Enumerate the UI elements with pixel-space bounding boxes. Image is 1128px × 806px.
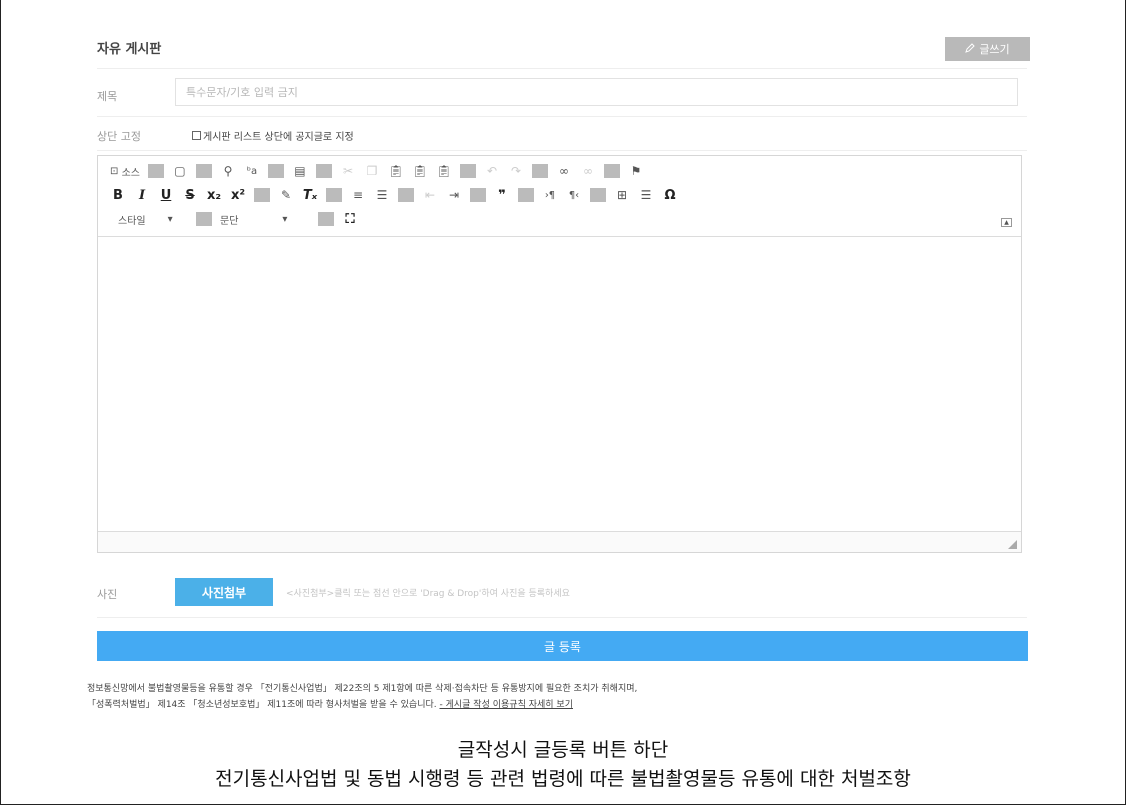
toolbar-separator bbox=[315, 164, 332, 178]
pin-row: 상단 고정 게시판 리스트 상단에 공지글로 지정 bbox=[97, 118, 1027, 151]
board-header: 자유 게시판 글쓰기 bbox=[97, 30, 1030, 69]
bold-icon[interactable]: B bbox=[110, 188, 126, 203]
paragraph-select-label: 문단 bbox=[220, 215, 239, 227]
toolbar-separator bbox=[470, 188, 486, 202]
link-icon[interactable]: ∞ bbox=[556, 164, 572, 178]
toolbar-separator bbox=[518, 188, 534, 202]
toolbar-row-3: 스타일 ▾ 문단 ▾ ⛶ bbox=[110, 210, 366, 228]
strikethrough-icon[interactable]: S bbox=[182, 188, 198, 203]
caption-line-2: 전기통신사업법 및 동법 시행령 등 관련 법령에 따른 불법촬영물등 유통에 … bbox=[215, 768, 911, 790]
write-button-label: 글쓰기 bbox=[979, 44, 1010, 56]
page-break-icon[interactable]: ▤ bbox=[292, 164, 308, 178]
pin-label: 상단 고정 bbox=[97, 130, 141, 143]
table-icon[interactable]: ⊞ bbox=[614, 188, 630, 202]
title-row: 제목 bbox=[97, 72, 1027, 117]
preview-icon[interactable]: ▢ bbox=[172, 164, 188, 178]
title-input[interactable] bbox=[175, 78, 1018, 106]
pin-notice-checkbox[interactable]: 게시판 리스트 상단에 공지글로 지정 bbox=[192, 128, 354, 143]
toolbar-separator bbox=[603, 164, 620, 178]
toolbar-separator bbox=[590, 188, 606, 202]
horizontal-rule-icon[interactable]: ☰ bbox=[638, 188, 654, 202]
toolbar-row-2: B I U S x₂ x² ✎ Tₓ ≡ ☰ ⇤ ⇥ ❞ ›¶ ¶‹ ⊞ ☰ Ω bbox=[110, 186, 686, 204]
toolbar-separator bbox=[254, 188, 270, 202]
legal-notice-text: 「성폭력처벌법」 제14조 「청소년성보호법」 제11조에 따라 형사처벌을 받… bbox=[87, 700, 437, 710]
toolbar-separator bbox=[195, 164, 212, 178]
ltr-icon[interactable]: ›¶ bbox=[542, 190, 558, 201]
copy-format-icon[interactable]: ✎ bbox=[278, 188, 294, 202]
submit-post-button[interactable]: 글 등록 bbox=[97, 631, 1028, 661]
toolbar-separator bbox=[459, 164, 476, 178]
paste-text-icon[interactable]: 📋︎ bbox=[412, 164, 428, 178]
numbered-list-icon[interactable]: ≡ bbox=[350, 188, 366, 202]
blockquote-icon[interactable]: ❞ bbox=[494, 188, 510, 203]
editor-content-area[interactable] bbox=[98, 236, 1021, 533]
toolbar-separator bbox=[531, 164, 548, 178]
toolbar-separator bbox=[267, 164, 284, 178]
board-title: 자유 게시판 bbox=[97, 42, 162, 57]
toolbar-separator bbox=[318, 212, 334, 226]
find-icon[interactable]: ⚲ bbox=[220, 164, 236, 178]
subscript-icon[interactable]: x₂ bbox=[206, 188, 222, 203]
editor-footer bbox=[98, 531, 1021, 552]
paste-word-icon[interactable]: 📋︎ bbox=[436, 164, 452, 178]
write-button[interactable]: 글쓰기 bbox=[945, 37, 1030, 61]
photo-row: 사진 사진첨부 <사진첨부>클릭 또는 점선 안으로 'Drag & Drop'… bbox=[97, 565, 1027, 618]
checkbox-box[interactable] bbox=[192, 131, 201, 140]
source-icon[interactable]: ⊡ 소스 bbox=[110, 164, 140, 179]
legal-notice-line-1: 정보통신망에서 불법촬영물등을 유통할 경우 「전기통신사업법」 제22조의 5… bbox=[87, 684, 638, 694]
pencil-icon bbox=[965, 42, 976, 56]
redo-icon[interactable]: ↷ bbox=[508, 164, 524, 178]
superscript-icon[interactable]: x² bbox=[230, 188, 246, 203]
bulleted-list-icon[interactable]: ☰ bbox=[374, 188, 390, 202]
photo-attach-button[interactable]: 사진첨부 bbox=[175, 578, 273, 606]
indent-icon[interactable]: ⇥ bbox=[446, 188, 462, 202]
toolbar-separator bbox=[398, 188, 414, 202]
photo-drop-hint: <사진첨부>클릭 또는 점선 안으로 'Drag & Drop'하여 사진을 등… bbox=[286, 589, 570, 599]
unlink-icon[interactable]: ∞ bbox=[580, 164, 596, 178]
chevron-down-icon: ▾ bbox=[282, 213, 288, 225]
pin-checkbox-label: 게시판 리스트 상단에 공지글로 지정 bbox=[203, 132, 354, 143]
cut-icon[interactable]: ✂ bbox=[340, 164, 356, 178]
toolbar-row-1: ⊡ 소스 ▢ ⚲ ᵇa ▤ ✂ ❐ 📋︎ 📋︎ 📋︎ ↶ ↷ ∞ ∞ ⚑ bbox=[110, 162, 652, 180]
italic-icon[interactable]: I bbox=[134, 188, 150, 203]
editor-toolbar: ⊡ 소스 ▢ ⚲ ᵇa ▤ ✂ ❐ 📋︎ 📋︎ 📋︎ ↶ ↷ ∞ ∞ ⚑ B I bbox=[98, 156, 1021, 237]
legal-notice-line-2: 「성폭력처벌법」 제14조 「청소년성보호법」 제11조에 따라 형사처벌을 받… bbox=[87, 697, 637, 713]
collapse-toolbar-icon[interactable]: ▲ bbox=[1001, 218, 1012, 227]
style-select[interactable]: 스타일 ▾ bbox=[118, 212, 188, 227]
special-char-icon[interactable]: Ω bbox=[662, 188, 678, 203]
caption-line-1: 글작성시 글등록 버튼 하단 bbox=[457, 739, 669, 761]
anchor-flag-icon[interactable]: ⚑ bbox=[628, 164, 644, 178]
chevron-down-icon: ▾ bbox=[167, 213, 173, 225]
paste-icon[interactable]: 📋︎ bbox=[388, 164, 404, 178]
paragraph-select[interactable]: 문단 ▾ bbox=[220, 212, 310, 227]
outdent-icon[interactable]: ⇤ bbox=[422, 188, 438, 202]
rtl-icon[interactable]: ¶‹ bbox=[566, 190, 582, 201]
remove-format-icon[interactable]: Tₓ bbox=[302, 188, 318, 203]
photo-label: 사진 bbox=[97, 588, 118, 601]
legal-notice: 정보통신망에서 불법촬영물등을 유통할 경우 「전기통신사업법」 제22조의 5… bbox=[87, 681, 637, 713]
toolbar-separator bbox=[196, 212, 212, 226]
underline-icon[interactable]: U bbox=[158, 188, 174, 203]
posting-rules-link[interactable]: - 게시글 작성 이용규칙 자세히 보기 bbox=[440, 700, 573, 710]
copy-icon[interactable]: ❐ bbox=[364, 164, 380, 178]
replace-icon[interactable]: ᵇa bbox=[244, 166, 260, 177]
maximize-icon[interactable]: ⛶ bbox=[342, 212, 358, 227]
title-label: 제목 bbox=[97, 90, 118, 103]
undo-icon[interactable]: ↶ bbox=[484, 164, 500, 178]
toolbar-separator bbox=[147, 164, 164, 178]
resize-handle-icon[interactable] bbox=[1008, 540, 1017, 549]
source-label: 소스 bbox=[121, 167, 140, 179]
style-select-label: 스타일 bbox=[118, 215, 146, 227]
rich-text-editor: ⊡ 소스 ▢ ⚲ ᵇa ▤ ✂ ❐ 📋︎ 📋︎ 📋︎ ↶ ↷ ∞ ∞ ⚑ B I bbox=[97, 155, 1022, 553]
toolbar-separator bbox=[326, 188, 342, 202]
